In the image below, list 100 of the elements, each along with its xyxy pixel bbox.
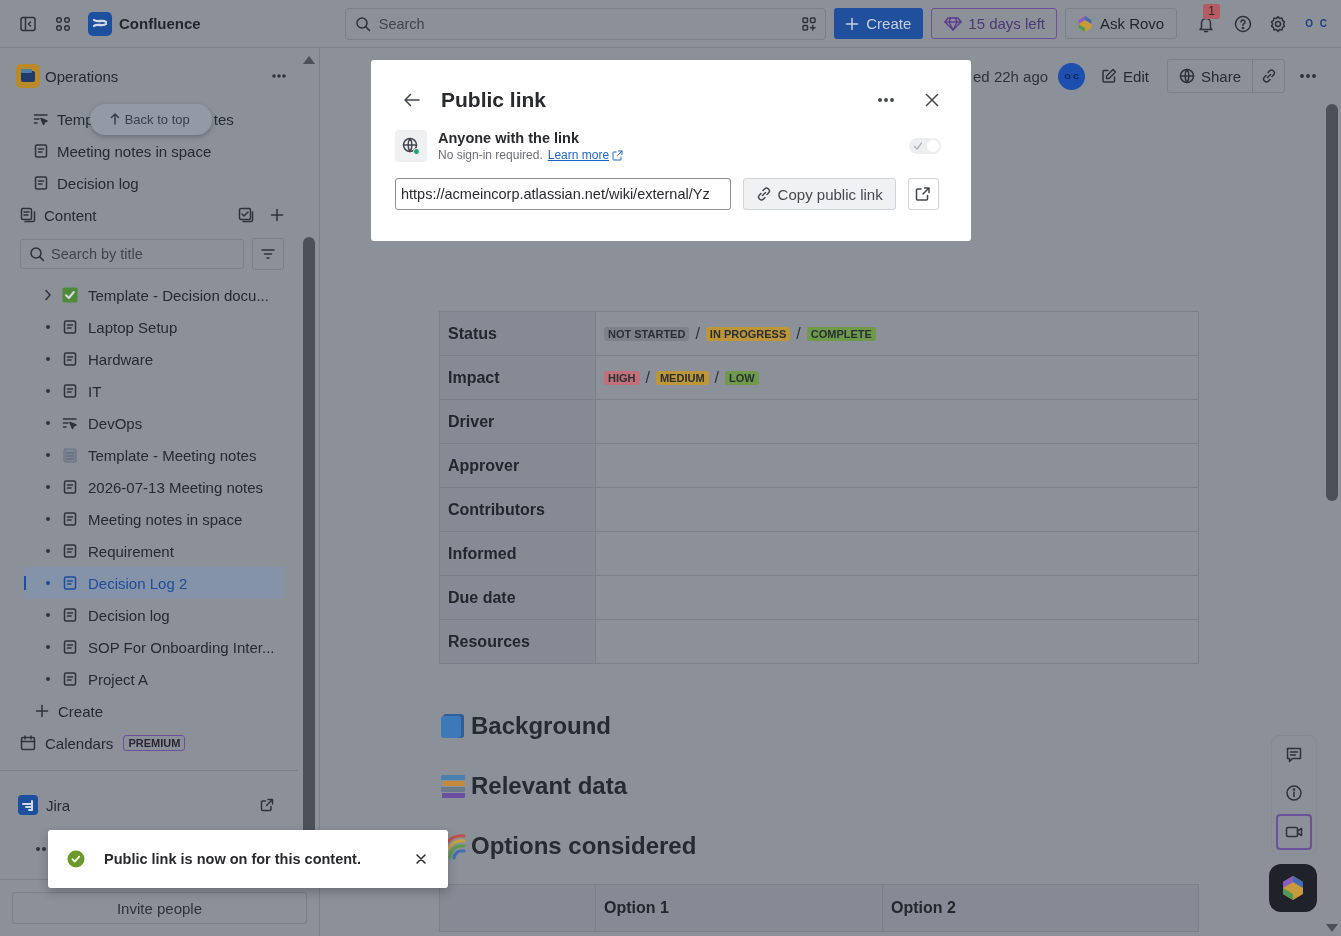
search-input[interactable]: Search by title [51, 246, 235, 262]
page-icon [33, 175, 49, 191]
app-switcher-icon[interactable] [54, 14, 72, 33]
page-icon [62, 607, 78, 623]
wallet-icon [16, 64, 40, 88]
tree-item[interactable]: Project A [24, 663, 284, 695]
check-icon [913, 141, 923, 151]
section-heading: Relevant data [471, 772, 628, 800]
toggle-switch[interactable] [909, 138, 941, 154]
tree-item[interactable]: Laptop Setup [24, 311, 284, 343]
open-link-button[interactable] [907, 178, 939, 210]
table-header-cell: Option 1 [595, 884, 883, 932]
table-header-cell: Impact [439, 355, 596, 400]
account-logo[interactable]: O C [1305, 18, 1329, 29]
toast-message: Public link is now on for this content. [104, 851, 361, 867]
learn-more-link[interactable]: Learn more [547, 148, 610, 162]
tree-item[interactable]: Meeting notes in space [24, 503, 284, 535]
page-icon [33, 143, 49, 159]
rovo-button[interactable] [1269, 864, 1317, 912]
tree-item[interactable]: Decision log [24, 599, 284, 631]
page-icon [62, 511, 78, 527]
sidebar-item[interactable]: Decision log [57, 174, 139, 192]
tree-item[interactable]: IT [24, 375, 284, 407]
separator-text: / [796, 324, 801, 343]
tree-item[interactable]: 2026-07-13 Meeting notes [24, 471, 284, 503]
edit-button[interactable]: Edit [1101, 67, 1149, 85]
filter-button[interactable] [252, 238, 284, 270]
section-heading: Background [471, 712, 611, 740]
product-name[interactable]: Confluence [119, 15, 201, 32]
tree-item[interactable]: Decision Log 2 [24, 567, 284, 599]
status-tag: HIGH [604, 370, 640, 385]
table-header-cell: Driver [439, 399, 596, 444]
search-bar[interactable]: Search by title [20, 239, 244, 269]
chevron-right-icon[interactable] [44, 289, 52, 301]
settings-icon[interactable] [1269, 14, 1288, 33]
success-icon [67, 850, 85, 868]
access-title: Anyone with the link [438, 130, 580, 146]
ask-rovo-button[interactable]: Ask Rovo [1065, 8, 1178, 39]
access-note: No sign-in required. [438, 148, 543, 162]
status-tag: MEDIUM [655, 370, 709, 385]
page-icon [62, 351, 78, 367]
calendar-icon [20, 735, 36, 751]
plus-icon [845, 16, 860, 31]
table-header-cell: Contributors [439, 487, 596, 532]
page-icon [62, 639, 78, 655]
search-bar[interactable]: Search [344, 7, 827, 40]
sidebar-toggle-icon[interactable] [19, 14, 37, 33]
trial-button[interactable]: 15 days left [931, 8, 1057, 39]
search-input[interactable]: Search [378, 15, 794, 32]
search-icon [354, 15, 371, 32]
external-link-icon[interactable] [260, 798, 274, 812]
sidebar-item[interactable]: tes [213, 110, 234, 128]
table-header-cell: Option 2 [882, 884, 1199, 932]
page-icon [62, 383, 78, 399]
book-icon [440, 712, 466, 740]
search-icon [29, 246, 45, 262]
tree-item[interactable]: DevOps [24, 407, 284, 439]
sidebar-item[interactable]: Calendars [45, 734, 114, 752]
url-field[interactable]: https://acmeincorp.atlassian.net/wiki/external/Yz [395, 178, 731, 210]
tree-item[interactable]: Hardware [24, 343, 284, 375]
status-tag: NOT STARTED [604, 326, 690, 341]
tree-item[interactable]: Template - Meeting notes [24, 439, 284, 471]
link-icon [1260, 68, 1277, 84]
close-icon[interactable] [416, 854, 426, 864]
content-icon [20, 207, 36, 223]
copy-public-link-button[interactable]: Copy public link [742, 178, 896, 210]
hexagon-logo-icon [1077, 14, 1093, 33]
sidebar-item[interactable]: Jira [46, 796, 71, 814]
gem-icon [944, 15, 963, 32]
scrollbar-thumb[interactable] [1326, 104, 1338, 501]
add-icon[interactable] [270, 208, 284, 222]
help-icon[interactable] [1234, 14, 1253, 33]
page-icon [62, 479, 78, 495]
scroll-up-icon [301, 55, 316, 65]
add-checklist-icon[interactable] [238, 207, 254, 223]
dialog-title: Public link [441, 88, 547, 112]
table-header-cell: Due date [439, 575, 596, 620]
section-heading: Options considered [471, 832, 697, 860]
comment-icon[interactable] [1285, 746, 1303, 764]
tree-item[interactable]: SOP For Onboarding Inter... [24, 631, 284, 663]
books-icon [440, 772, 466, 800]
close-icon[interactable] [925, 93, 939, 107]
jira-logo-icon [18, 795, 38, 815]
create-link[interactable]: Create [16, 695, 284, 727]
tree-item[interactable]: Requirement [24, 535, 284, 567]
invite-people-button[interactable]: Invite people [12, 892, 307, 924]
arrow-up-icon [109, 113, 120, 125]
page-icon [62, 319, 78, 335]
back-arrow-icon[interactable] [403, 92, 421, 108]
video-button[interactable] [1276, 814, 1312, 850]
space-name[interactable]: Operations [45, 67, 119, 85]
confluence-logo-icon[interactable] [88, 11, 112, 36]
create-button[interactable]: Create [834, 8, 924, 39]
info-icon[interactable] [1285, 784, 1303, 802]
section-label: Content [44, 206, 97, 224]
status-tag: LOW [725, 370, 759, 385]
table-header-cell: Approver [439, 443, 596, 488]
sidebar-item[interactable]: Meeting notes in space [57, 142, 212, 160]
tree-item[interactable]: Template - Decision docu... [24, 279, 284, 311]
notepad-icon [62, 447, 78, 463]
